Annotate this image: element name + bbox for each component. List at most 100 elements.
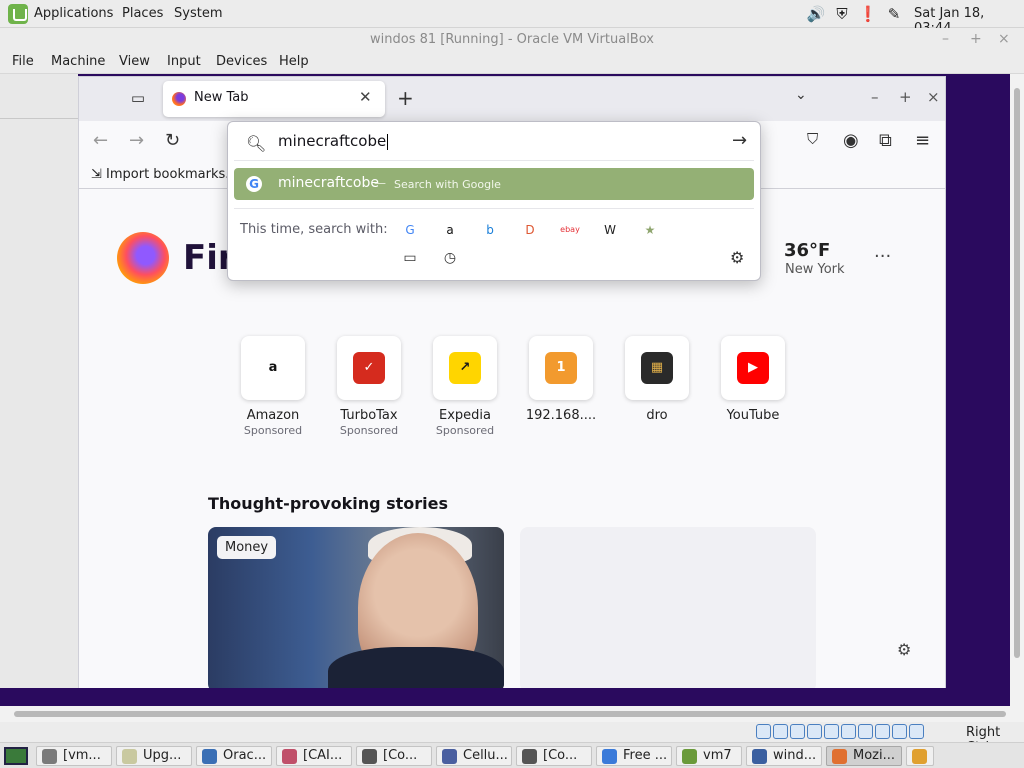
tabs-search-icon[interactable]: ▭ [400,248,420,268]
vertical-scroll-thumb[interactable] [1014,88,1020,658]
volume-icon[interactable]: 🔊 [806,4,826,24]
system-menu[interactable]: System [174,6,222,21]
address-input[interactable]: minecraftcobe [278,132,388,150]
audio-icon[interactable] [790,724,805,739]
vbox-statusbar: Right Ctrl [0,722,1024,755]
shortcut-logo-icon: ↗ [449,352,481,384]
menu-view[interactable]: View [119,54,150,69]
applications-menu[interactable]: Applications [34,6,113,21]
sponsored-label: Sponsored [435,424,495,437]
duckduckgo-engine-icon[interactable]: D [520,220,540,240]
menu-input[interactable]: Input [167,54,201,69]
display-icon[interactable] [858,724,873,739]
taskbar-button[interactable]: Mozi... [826,746,902,766]
extra-app-icon[interactable] [906,746,934,766]
close-tab-icon[interactable]: ✕ [359,88,372,106]
ff-close-icon[interactable]: × [927,88,940,106]
app-icon [42,749,57,764]
sponsored-label: Sponsored [243,424,303,437]
import-bookmarks-button[interactable]: ⇲ Import bookmarks... [91,167,238,182]
new-tab-icon[interactable]: + [397,86,414,110]
taskbar-button[interactable]: [Co... [516,746,592,766]
menu-machine[interactable]: Machine [51,54,105,69]
close-icon[interactable]: × [998,31,1010,47]
menu-help[interactable]: Help [279,54,309,69]
taskbar-button[interactable]: Cellu... [436,746,512,766]
mint-menu-icon[interactable] [8,4,28,24]
shortcut-logo-icon: ✓ [353,352,385,384]
reload-icon[interactable]: ↻ [165,130,180,151]
taskbar-button[interactable]: Orac... [196,746,272,766]
taskbar-button[interactable]: Upg... [116,746,192,766]
more-options-icon[interactable]: ··· [874,246,891,267]
back-icon[interactable]: ← [93,130,108,151]
tab-new-tab[interactable]: New Tab ✕ [163,81,385,117]
history-search-icon[interactable]: ◷ [440,248,460,268]
this-time-search-label: This time, search with: [240,222,388,237]
horizontal-scroll-thumb[interactable] [14,711,1006,717]
app-icon [442,749,457,764]
cpu-icon[interactable] [892,724,907,739]
app-icon [362,749,377,764]
shortcut-icon-box: ▶ [721,336,785,400]
suggestion-action: Search with Google [394,178,501,191]
go-arrow-icon[interactable]: → [732,130,747,151]
places-menu[interactable]: Places [122,6,163,21]
pocket-icon[interactable]: ⛉ [807,130,818,148]
shared-folder-icon[interactable] [841,724,856,739]
system-tray: 🔊 ⛨ ❗ ✎ [806,3,904,25]
pen-icon[interactable]: ✎ [884,4,904,24]
suggestion-query: minecraftcobe [278,175,379,191]
forward-icon[interactable]: → [129,130,144,151]
search-suggestion-row[interactable]: G minecraftcobe — Search with Google [234,168,754,200]
menu-file[interactable]: File [12,54,34,69]
wikipedia-engine-icon[interactable]: W [600,220,620,240]
hdd-icon[interactable] [756,724,771,739]
story-card-placeholder[interactable] [520,527,816,688]
chevron-down-icon[interactable]: ⌄ [795,87,807,103]
app-icon [912,749,927,764]
tab-overview-icon[interactable]: ▭ [127,89,149,109]
ff-minimize-icon[interactable]: – [871,88,879,106]
shortcut-label: YouTube [726,408,780,423]
ebay-engine-icon[interactable]: ebay [560,220,580,240]
bookmark-star-engine-icon[interactable]: ★ [640,220,660,240]
maximize-icon[interactable]: + [970,31,982,47]
taskbar-button[interactable]: Free ... [596,746,672,766]
window-title: windos 81 [Running] - Oracle VM VirtualB… [370,32,654,47]
mouse-integration-icon[interactable] [909,724,924,739]
horizontal-scrollbar[interactable] [0,706,1024,722]
recording-icon[interactable] [875,724,890,739]
app-icon [282,749,297,764]
minimize-icon[interactable]: – [942,31,949,47]
vbox-device-icons [756,724,924,739]
clipboard-icon[interactable]: ❗ [858,4,878,24]
optical-icon[interactable] [773,724,788,739]
search-settings-gear-icon[interactable]: ⚙ [730,248,744,267]
menu-devices[interactable]: Devices [216,54,267,69]
shortcut-label: Amazon [246,408,300,423]
show-desktop-icon[interactable] [4,747,28,765]
ff-maximize-icon[interactable]: + [899,88,912,106]
extensions-icon[interactable]: ⧉ [879,130,892,151]
taskbar-button[interactable]: [CAI... [276,746,352,766]
taskbar-button[interactable]: [vm... [36,746,112,766]
taskbar-button[interactable]: wind... [746,746,822,766]
bing-engine-icon[interactable]: b [480,220,500,240]
shortcut-icon-box: ✓ [337,336,401,400]
taskbar-button[interactable]: [Co... [356,746,432,766]
amazon-engine-icon[interactable]: a [440,220,460,240]
taskbar-label: wind... [773,748,817,763]
customize-gear-icon[interactable]: ⚙ [897,640,911,659]
account-icon[interactable]: ◉ [843,130,859,151]
vertical-scrollbar[interactable] [1010,74,1024,706]
network-icon[interactable] [807,724,822,739]
story-card[interactable]: Money [208,527,504,688]
hamburger-menu-icon[interactable]: ≡ [915,130,930,151]
app-icon [522,749,537,764]
shield-icon[interactable]: ⛨ [832,4,852,24]
taskbar-label: [CAI... [303,748,343,763]
taskbar-button[interactable]: vm7 [676,746,742,766]
usb-icon[interactable] [824,724,839,739]
google-engine-icon[interactable]: G [400,220,420,240]
